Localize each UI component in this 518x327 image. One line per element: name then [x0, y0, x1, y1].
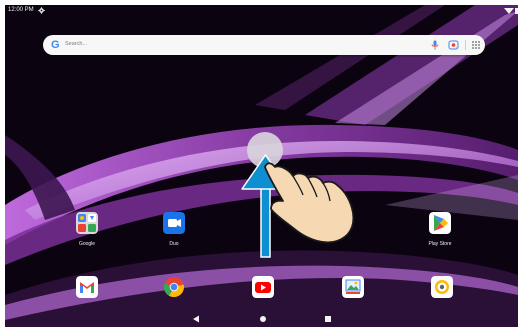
google-search-bar[interactable]: G Search...	[43, 35, 485, 55]
chrome-app[interactable]	[144, 276, 204, 298]
tablet-screen: 12:00 PM G Search... Google Duo Play Sto…	[0, 0, 518, 327]
status-bar: 12:00 PM	[5, 5, 518, 18]
lens-icon[interactable]	[448, 40, 459, 50]
duo-app[interactable]: Duo	[144, 212, 204, 247]
photos-app[interactable]	[323, 276, 383, 298]
back-icon[interactable]	[192, 315, 200, 323]
youtube-app[interactable]	[233, 276, 293, 298]
home-icon[interactable]	[260, 316, 266, 322]
app-label-play-store: Play Store	[428, 241, 452, 247]
mic-icon[interactable]	[431, 40, 439, 50]
duo-icon[interactable]	[163, 212, 185, 234]
wifi-icon	[504, 8, 518, 14]
google-folder-icon[interactable]	[76, 212, 98, 234]
navigation-bar	[5, 311, 518, 327]
app-grid-icon[interactable]	[471, 40, 481, 50]
recents-icon[interactable]	[325, 316, 331, 322]
youtube-icon[interactable]	[252, 276, 274, 298]
google-folder[interactable]: Google	[57, 212, 117, 247]
app-label-google: Google	[78, 241, 96, 247]
home-screen: 12:00 PM G Search... Google Duo Play Sto…	[5, 5, 518, 327]
settings-app-icon[interactable]	[431, 276, 453, 298]
settings-app[interactable]	[412, 276, 472, 298]
search-placeholder[interactable]: Search...	[65, 41, 87, 47]
status-time: 12:00 PM	[8, 7, 34, 13]
search-divider	[465, 40, 466, 50]
google-logo: G	[51, 39, 60, 51]
play-store-icon[interactable]	[429, 212, 451, 234]
gmail-icon[interactable]	[76, 276, 98, 298]
gmail-app[interactable]	[57, 276, 117, 298]
app-label-duo: Duo	[169, 241, 179, 247]
chrome-icon[interactable]	[163, 276, 185, 298]
gear-icon	[38, 7, 45, 14]
photos-icon[interactable]	[342, 276, 364, 298]
play-store-app[interactable]: Play Store	[410, 212, 470, 247]
